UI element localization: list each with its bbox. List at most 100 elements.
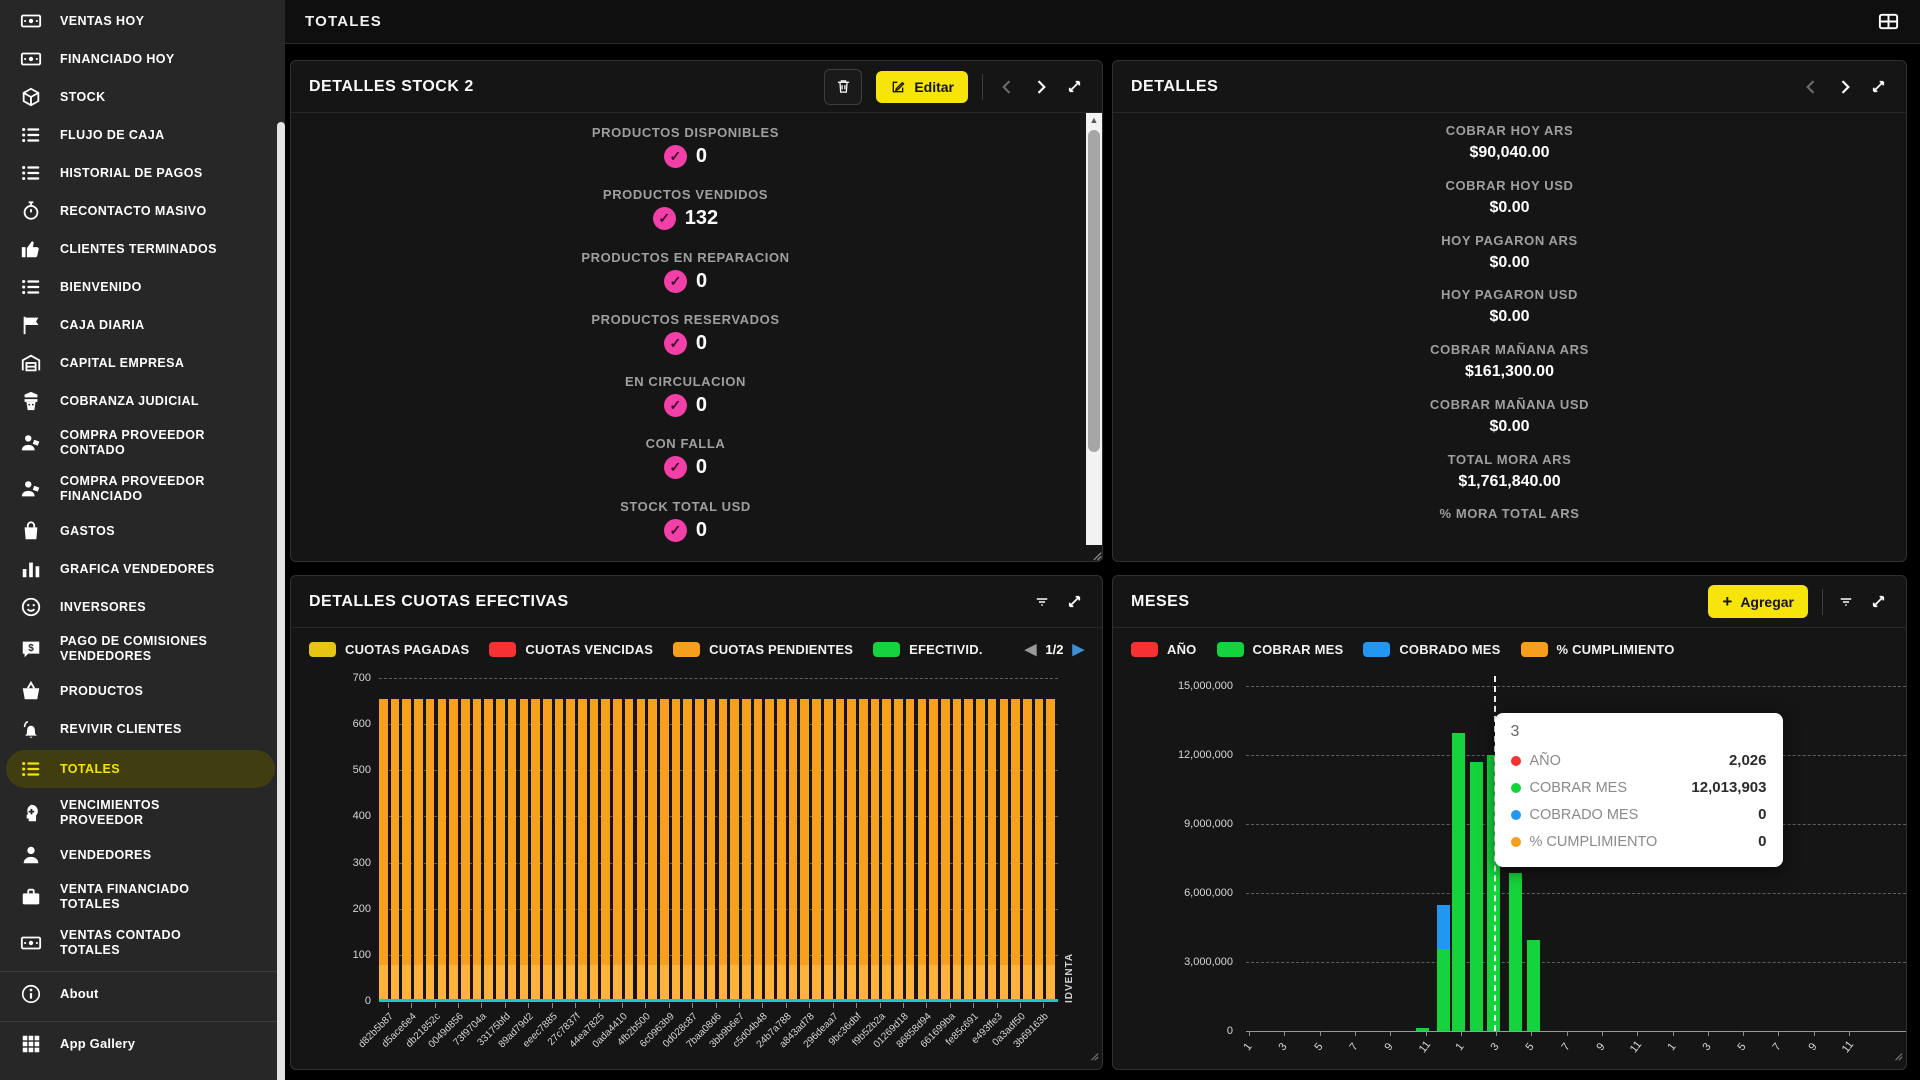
delete-button[interactable] (824, 69, 862, 105)
bar (777, 699, 786, 1001)
resize-corner-icon[interactable] (1893, 1048, 1903, 1066)
panel-controls: Editar (824, 69, 1084, 105)
sidebar-item-label: STOCK (60, 90, 106, 105)
stat-number: 0 (696, 519, 707, 542)
sidebar-scrollbar[interactable] (277, 122, 285, 1080)
x-axis-title: IDVENTA (1064, 943, 1075, 1003)
bar (531, 699, 540, 1001)
sidebar-item-cobranza-judicial[interactable]: COBRANZA JUDICIAL (0, 382, 285, 420)
sidebar-item-gastos[interactable]: GASTOS (0, 512, 285, 550)
bar (812, 699, 821, 1001)
chevron-right-icon[interactable] (1031, 77, 1051, 97)
scrollbar-thumb[interactable] (1088, 130, 1100, 452)
expand-icon[interactable] (1065, 77, 1084, 96)
expand-icon[interactable] (1869, 77, 1888, 96)
stat-row: PRODUCTOS EN REPARACION✓0 (581, 250, 789, 312)
x-axis-tick (669, 1003, 670, 1008)
sidebar-item-historial-de-pagos[interactable]: HISTORIAL DE PAGOS (0, 154, 285, 192)
x-axis-tick (552, 1003, 553, 1008)
bar (566, 699, 575, 1001)
x-axis-tick-label: 7 (1341, 1033, 1366, 1061)
x-axis-tick-label: 1 (1659, 1033, 1684, 1061)
sidebar-item-vencimientos-proveedor[interactable]: VENCIMIENTOS PROVEEDOR (0, 790, 285, 836)
bar (1000, 699, 1009, 1001)
tooltip-value: 0 (1758, 833, 1766, 850)
panel-detalles-stock-2: DETALLES STOCK 2 Editar (290, 60, 1103, 562)
check-circle-icon: ✓ (664, 270, 687, 293)
info-icon (18, 983, 44, 1005)
shopping-bag-icon (18, 520, 44, 542)
bar (906, 699, 915, 1001)
list-icon (18, 758, 44, 780)
stopwatch-icon (18, 200, 44, 222)
sidebar-item-label: RECONTACTO MASIVO (60, 204, 207, 219)
bar (824, 699, 833, 1001)
stat-row: PRODUCTOS DISPONIBLES✓0 (592, 125, 779, 187)
chevron-left-icon[interactable] (997, 77, 1017, 97)
sidebar-item-inversores[interactable]: INVERSORES (0, 588, 285, 626)
sidebar-item-app-gallery[interactable]: App Gallery (0, 1021, 285, 1066)
sidebar-item-pago-de-comisiones-vendedores[interactable]: $PAGO DE COMISIONES VENDEDORES (0, 626, 285, 672)
bar (555, 699, 564, 1001)
sidebar-item-compra-proveedor-contado[interactable]: COMPRA PROVEEDOR CONTADO (0, 420, 285, 466)
bar (449, 699, 458, 1001)
table-grid-icon[interactable] (1877, 10, 1900, 33)
sidebar-item-label: REVIVIR CLIENTES (60, 722, 182, 737)
tooltip-label: COBRADO MES (1530, 807, 1639, 823)
x-axis-tick (411, 1003, 412, 1008)
sidebar-item-totales[interactable]: TOTALES (6, 750, 275, 788)
sidebar-item-capital-empresa[interactable]: CAPITAL EMPRESA (0, 344, 285, 382)
chevron-right-icon[interactable] (1835, 77, 1855, 97)
stat-row: COBRAR HOY ARS$90,040.00 (1446, 123, 1574, 178)
x-axis-tick (458, 1003, 459, 1008)
sidebar-item-caja-diaria[interactable]: CAJA DIARIA (0, 306, 285, 344)
sidebar-item-flujo-de-caja[interactable]: FLUJO DE CAJA (0, 116, 285, 154)
bar (520, 699, 529, 1001)
sidebar-item-label: VENDEDORES (60, 848, 152, 863)
resize-corner-icon[interactable] (1086, 545, 1102, 561)
sidebar-item-compra-proveedor-financiado[interactable]: COMPRA PROVEEDOR FINANCIADO (0, 466, 285, 512)
panel-scrollbar[interactable]: ▲ (1086, 113, 1102, 561)
x-axis-tick (762, 1003, 763, 1008)
bar (601, 699, 610, 1001)
sidebar-item-ventas-hoy[interactable]: VENTAS HOY (0, 2, 285, 40)
scroll-up-arrow-icon[interactable]: ▲ (1086, 115, 1102, 125)
sidebar-item-revivir-clientes[interactable]: REVIVIR CLIENTES (0, 710, 285, 748)
sidebar-item-label: PAGO DE COMISIONES VENDEDORES (60, 634, 232, 664)
bar (918, 699, 927, 1001)
sidebar-item-vendedores[interactable]: VENDEDORES (0, 836, 285, 874)
top-bar: TOTALES (285, 0, 1920, 44)
bar-cobrar-mes (1437, 949, 1450, 1031)
sidebar-item-venta-financiado-totales[interactable]: VENTA FINANCIADO TOTALES (0, 874, 285, 920)
sidebar-item-financiado-hoy[interactable]: FINANCIADO HOY (0, 40, 285, 78)
stat-label: COBRAR HOY USD (1445, 178, 1573, 193)
chevron-left-icon[interactable] (1801, 77, 1821, 97)
edit-button[interactable]: Editar (876, 71, 968, 103)
sidebar-item-about[interactable]: About (0, 971, 285, 1016)
stat-row: HOY PAGARON ARS$0.00 (1441, 233, 1578, 288)
y-axis-tick-label: 600 (290, 718, 371, 730)
y-axis-tick-label: 100 (290, 949, 371, 961)
sidebar-item-label: TOTALES (60, 762, 120, 777)
x-axis-tick (528, 1003, 529, 1008)
stock-stats: PRODUCTOS DISPONIBLES✓0PRODUCTOS VENDIDO… (291, 113, 1080, 561)
sidebar-item-recontacto-masivo[interactable]: RECONTACTO MASIVO (0, 192, 285, 230)
head-plus-icon (18, 802, 44, 824)
bar (953, 699, 962, 1001)
sidebar-item-label: CLIENTES TERMINADOS (60, 242, 217, 257)
sidebar-item-clientes-terminados[interactable]: CLIENTES TERMINADOS (0, 230, 285, 268)
bar (683, 699, 692, 1001)
sidebar-item-bienvenido[interactable]: BIENVENIDO (0, 268, 285, 306)
sidebar-item-stock[interactable]: STOCK (0, 78, 285, 116)
list-icon (18, 276, 44, 298)
stat-number: 132 (685, 207, 718, 230)
sidebar-item-productos[interactable]: PRODUCTOS (0, 672, 285, 710)
sidebar-item-ventas-contado-totales[interactable]: VENTAS CONTADO TOTALES (0, 920, 285, 966)
sidebar-item-grafica-vendedores[interactable]: GRAFICA VENDEDORES (0, 550, 285, 588)
stat-value: $1,761,840.00 (1458, 473, 1560, 491)
bar (719, 699, 728, 1001)
stat-number: 0 (696, 394, 707, 417)
trash-icon (835, 78, 852, 95)
bar (847, 699, 856, 1001)
resize-corner-icon[interactable] (1089, 1048, 1099, 1066)
